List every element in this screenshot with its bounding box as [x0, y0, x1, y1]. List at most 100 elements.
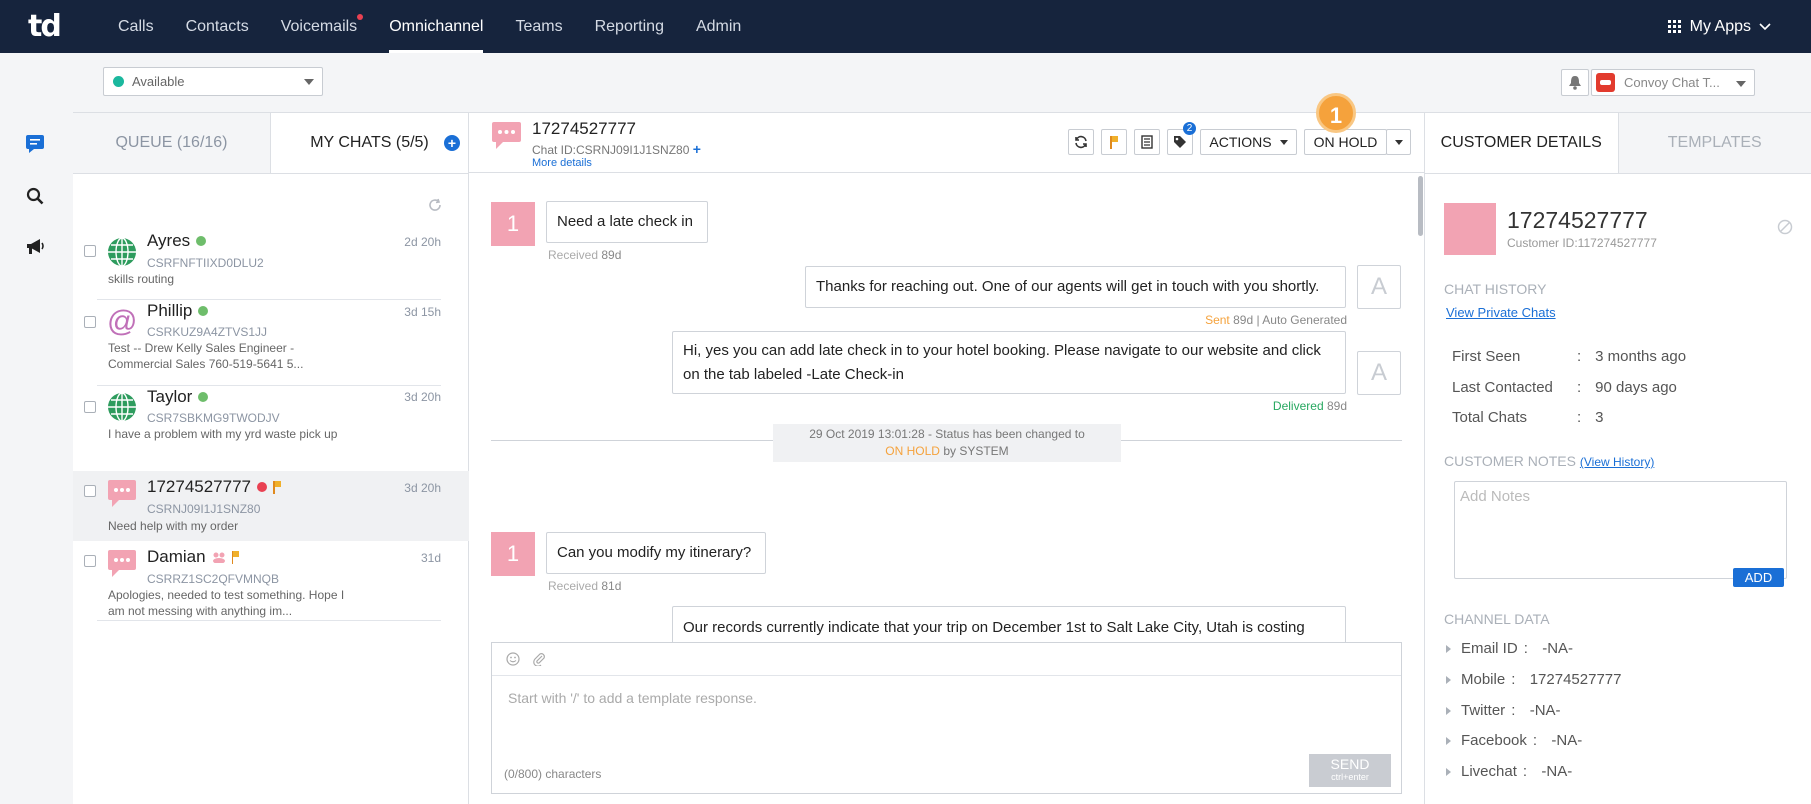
refresh-button[interactable] — [1068, 129, 1094, 155]
emoji-icon[interactable] — [506, 652, 520, 666]
message-composer: Start with '/' to add a template respons… — [491, 642, 1402, 794]
flag-icon — [1110, 136, 1118, 149]
notification-dot — [357, 14, 364, 20]
contact-name: 17274527777 — [147, 477, 281, 497]
chat-status-button[interactable]: ON HOLD — [1304, 129, 1387, 155]
tab-customer-details[interactable]: CUSTOMER DETAILS — [1425, 113, 1619, 173]
tags-button[interactable]: 2 — [1167, 122, 1196, 155]
character-count: (0/800) characters — [504, 767, 602, 781]
chat-id: CSRRZ1SC2QFVMNQB — [147, 572, 280, 586]
list-item[interactable]: Damian CSRRZ1SC2QFVMNQB Apologies, neede… — [73, 541, 469, 621]
sms-chat-icon — [492, 122, 521, 149]
sms-chat-icon — [108, 550, 136, 577]
add-chat-icon[interactable]: + — [444, 135, 460, 151]
list-item[interactable]: 17274527777 CSRNJ09I1J1SNZ80 Need help w… — [73, 471, 469, 541]
notes-textarea[interactable]: Add Notes — [1454, 481, 1787, 579]
channel-row[interactable]: Email ID : -NA- — [1446, 640, 1573, 657]
agent-status-select[interactable]: Available — [103, 67, 323, 96]
left-rail — [0, 53, 73, 804]
nav-admin[interactable]: Admin — [680, 0, 757, 53]
contact-name: Ayres — [147, 231, 207, 251]
customer-id: Customer ID:117274527777 — [1507, 236, 1657, 250]
list-item[interactable]: Taylor CSR7SBKMG9TWODJV I have a problem… — [73, 386, 469, 471]
chat-age: 31d — [420, 551, 441, 565]
channel-row[interactable]: Livechat : -NA- — [1446, 763, 1572, 780]
step-badge: 1 — [1316, 93, 1356, 133]
add-note-button[interactable]: ADD — [1733, 568, 1784, 587]
message-meta: Delivered 89d — [1273, 399, 1347, 413]
select-checkbox[interactable] — [84, 485, 96, 497]
stat-key: Last Contacted — [1452, 379, 1553, 396]
message-bubble: Can you modify my itinerary? — [546, 532, 766, 574]
nav-contacts[interactable]: Contacts — [170, 0, 265, 53]
online-dot — [198, 306, 209, 316]
nav-calls[interactable]: Calls — [102, 0, 170, 53]
chat-status-dropdown[interactable] — [1386, 129, 1411, 155]
channel-data-label: CHANNEL DATA — [1444, 611, 1550, 627]
select-checkbox[interactable] — [84, 401, 96, 413]
add-plus-icon[interactable]: + — [693, 141, 701, 157]
top-nav: td Calls Contacts Voicemails Omnichannel… — [0, 0, 1811, 53]
chat-id: CSR7SBKMG9TWODJV — [147, 411, 280, 425]
flag-icon — [273, 481, 281, 494]
agent-avatar: A — [1357, 351, 1401, 395]
my-apps-menu[interactable]: My Apps — [1667, 0, 1771, 53]
app-logo[interactable]: td — [28, 9, 62, 44]
flag-button[interactable] — [1101, 129, 1127, 155]
channel-row[interactable]: Mobile : 17274527777 — [1446, 671, 1621, 688]
message-status: Delivered — [1272, 399, 1324, 413]
expand-icon — [1446, 675, 1451, 684]
nav-teams[interactable]: Teams — [499, 0, 578, 53]
message-meta: Received 81d — [548, 579, 621, 593]
actions-dropdown[interactable]: ACTIONS — [1200, 129, 1297, 155]
contact-name-text: Ayres — [147, 231, 191, 250]
chat-channel-select[interactable]: Convoy Chat T... — [1591, 69, 1755, 96]
system-notice-status: ON HOLD by SYSTEM — [773, 443, 1121, 460]
list-item[interactable]: @ Phillip CSRKUZ9A4ZTVS1JJ Test -- Drew … — [73, 301, 469, 386]
chat-icon[interactable] — [24, 132, 46, 154]
channel-value: -NA- — [1541, 763, 1573, 780]
scrollbar[interactable] — [1418, 176, 1423, 236]
customer-notes-text: CUSTOMER NOTES — [1444, 453, 1576, 469]
notifications-button[interactable] — [1561, 69, 1589, 96]
nav-voicemails[interactable]: Voicemails — [265, 0, 373, 53]
channel-key: Twitter — [1461, 702, 1506, 719]
tab-my-chats[interactable]: MY CHATS (5/5) + — [271, 113, 468, 173]
tab-templates[interactable]: TEMPLATES — [1618, 113, 1811, 173]
channel-row[interactable]: Facebook : -NA- — [1446, 732, 1582, 749]
tag-icon — [1174, 136, 1186, 148]
select-checkbox[interactable] — [84, 245, 96, 257]
nav-omnichannel[interactable]: Omnichannel — [373, 0, 499, 53]
list-item[interactable]: Ayres CSRFNFTIIXD0DLU2 skills routing 2d… — [73, 231, 469, 301]
status-bar: Available Convoy Chat T... — [73, 53, 1811, 113]
megaphone-icon[interactable] — [24, 236, 46, 258]
refresh-icon[interactable] — [428, 198, 442, 215]
stat-row: First Seen:3 months ago — [1452, 348, 1687, 365]
message-status: Sent — [1205, 313, 1230, 327]
nav-reporting[interactable]: Reporting — [579, 0, 680, 53]
expand-icon — [1446, 736, 1451, 745]
actions-label: ACTIONS — [1209, 134, 1272, 150]
transcript-button[interactable] — [1134, 129, 1160, 155]
caret-down-icon — [1394, 139, 1403, 145]
channel-row[interactable]: Twitter : -NA- — [1446, 702, 1561, 719]
view-private-chats-link[interactable]: View Private Chats — [1446, 304, 1556, 320]
attachment-icon[interactable] — [532, 652, 546, 666]
tag-count-badge: 2 — [1183, 122, 1196, 135]
contact-name: Damian — [147, 547, 240, 567]
customer-avatar — [1444, 203, 1496, 255]
select-checkbox[interactable] — [84, 316, 96, 328]
send-button[interactable]: SEND ctrl+enter — [1309, 754, 1391, 787]
more-details-link[interactable]: More details — [532, 157, 592, 169]
message-input[interactable]: Start with '/' to add a template respons… — [508, 690, 757, 706]
select-checkbox[interactable] — [84, 555, 96, 567]
view-history-link[interactable]: (View History) — [1580, 455, 1654, 469]
tab-queue[interactable]: QUEUE (16/16) — [73, 113, 271, 173]
conversation-title: 17274527777 — [532, 119, 637, 138]
contact-name-text: Phillip — [147, 301, 193, 320]
channel-key: Email ID — [1461, 640, 1518, 657]
search-icon[interactable] — [24, 185, 46, 207]
block-icon[interactable] — [1777, 219, 1793, 235]
divider — [97, 299, 441, 300]
stat-key: First Seen — [1452, 348, 1521, 365]
